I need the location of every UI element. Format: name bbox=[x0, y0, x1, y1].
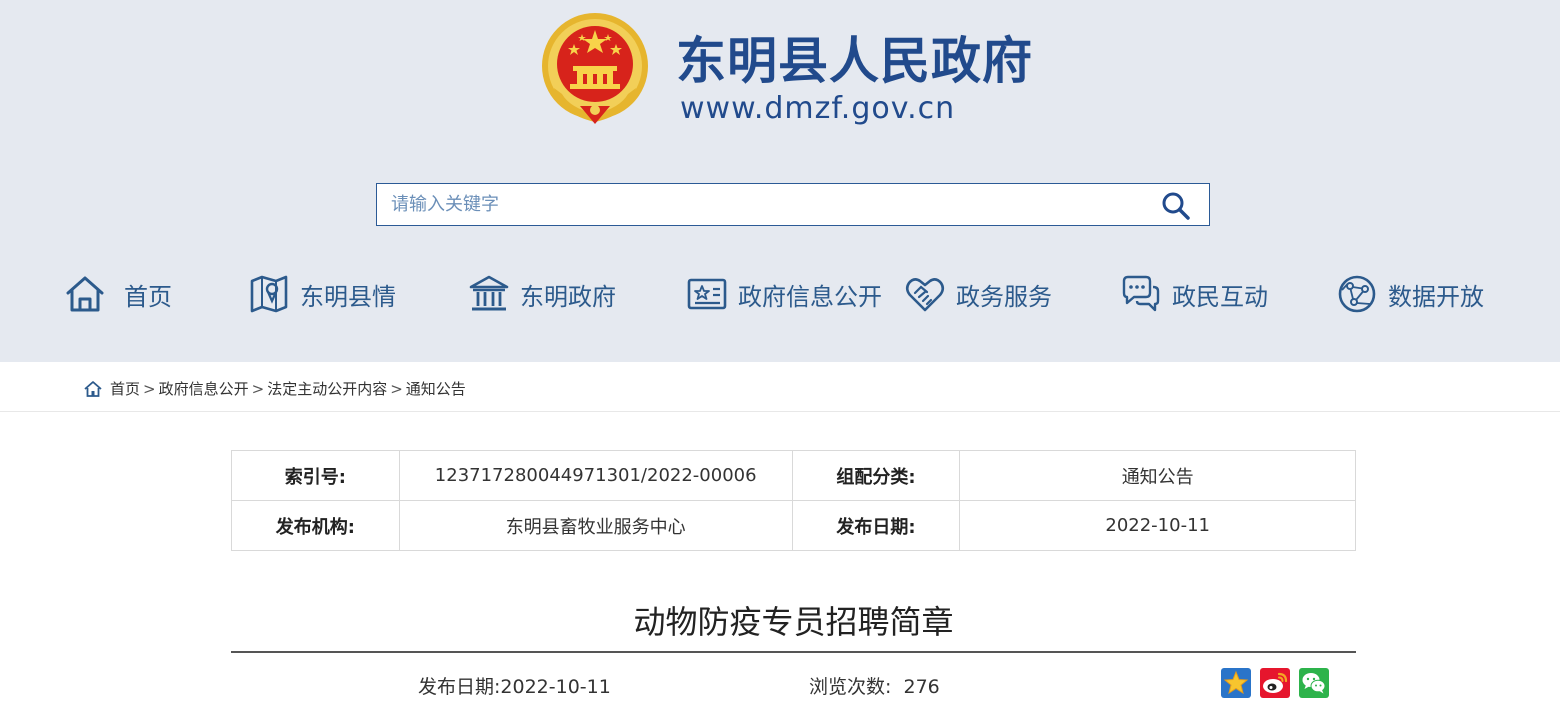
nav-label-services: 政务服务 bbox=[956, 282, 1052, 311]
search-box bbox=[376, 183, 1210, 226]
nav-label-home: 首页 bbox=[124, 282, 172, 311]
nav-item-info-disclosure[interactable]: 政府信息公开 bbox=[686, 262, 882, 326]
article-views-label: 浏览次数: bbox=[809, 676, 892, 698]
breadcrumb-separator: > bbox=[251, 379, 265, 398]
globe-network-icon bbox=[1338, 275, 1376, 313]
nav-label-info-disclosure: 政府信息公开 bbox=[738, 282, 882, 311]
search-input[interactable] bbox=[377, 184, 1137, 225]
site-url: www.dmzf.gov.cn bbox=[680, 91, 956, 126]
main-nav: 首页 东明县情 东明政府 政府信息公开 政务服务 政民互动 数据开放 bbox=[0, 262, 1560, 326]
article-date-label: 发布日期: bbox=[418, 676, 501, 698]
article-views: 浏览次数: 276 bbox=[809, 672, 940, 699]
category-label: 组配分类: bbox=[791, 450, 961, 501]
nav-item-services[interactable]: 政务服务 bbox=[904, 262, 1052, 326]
nav-label-interaction: 政民互动 bbox=[1172, 282, 1268, 311]
site-title: 东明县人民政府 bbox=[676, 32, 1033, 90]
nav-item-government[interactable]: 东明政府 bbox=[468, 262, 616, 326]
breadcrumb-link-home[interactable]: 首页 bbox=[110, 378, 140, 399]
nav-label-open-data: 数据开放 bbox=[1388, 282, 1484, 311]
index-number-label: 索引号: bbox=[231, 450, 400, 501]
nav-item-county-info[interactable]: 东明县情 bbox=[248, 262, 396, 326]
government-building-icon bbox=[469, 275, 509, 311]
nav-item-open-data[interactable]: 数据开放 bbox=[1336, 262, 1484, 326]
article-date: 发布日期:2022-10-11 bbox=[418, 672, 611, 699]
breadcrumb-separator: > bbox=[390, 379, 403, 398]
index-number-value: 12371728004497130​1/2022-00006 bbox=[398, 450, 793, 501]
home-icon bbox=[66, 276, 104, 312]
national-emblem-icon bbox=[542, 13, 648, 124]
publish-date-label: 发布日期: bbox=[791, 500, 961, 551]
publisher-label: 发布机构: bbox=[231, 500, 400, 551]
weibo-icon[interactable] bbox=[1260, 668, 1290, 698]
search-icon[interactable] bbox=[1161, 191, 1191, 221]
breadcrumb-separator: > bbox=[143, 379, 156, 398]
info-card-icon bbox=[687, 278, 727, 310]
publish-date-value: 2022-10-11 bbox=[959, 500, 1356, 551]
nav-item-home[interactable]: 首页 bbox=[64, 262, 172, 326]
breadcrumb-bar: 首页 > 政府信息公开 > 法定主动公开内容 > 通知公告 bbox=[0, 362, 1560, 412]
header-banner: 东明县人民政府 www.dmzf.gov.cn 首页 东明县 bbox=[0, 0, 1560, 362]
breadcrumb-link-statutory-content[interactable]: 法定主动公开内容 bbox=[267, 378, 387, 399]
article-views-value: 276 bbox=[903, 676, 940, 698]
home-icon bbox=[84, 380, 102, 397]
breadcrumb-link-info-disclosure[interactable]: 政府信息公开 bbox=[159, 378, 249, 399]
table-row: 索引号: 12371728004497130​1/2022-00006 组配分类… bbox=[231, 450, 1356, 501]
handshake-heart-icon bbox=[905, 278, 945, 312]
wechat-icon[interactable] bbox=[1299, 668, 1329, 698]
favorite-star-icon[interactable] bbox=[1221, 668, 1251, 698]
nav-label-government: 东明政府 bbox=[520, 282, 616, 311]
document-meta-table: 索引号: 12371728004497130​1/2022-00006 组配分类… bbox=[231, 450, 1356, 551]
nav-label-county-info: 东明县情 bbox=[300, 282, 396, 311]
title-divider bbox=[231, 651, 1356, 653]
article-date-value: 2022-10-11 bbox=[500, 676, 611, 698]
chat-bubbles-icon bbox=[1122, 275, 1160, 312]
breadcrumb: 首页 > 政府信息公开 > 法定主动公开内容 > 通知公告 bbox=[84, 378, 466, 399]
breadcrumb-link-notices[interactable]: 通知公告 bbox=[406, 378, 466, 399]
publisher-value: 东明县畜牧业服务中心 bbox=[398, 500, 793, 551]
table-row: 发布机构: 东明县畜牧业服务中心 发布日期: 2022-10-11 bbox=[231, 500, 1356, 551]
nav-item-interaction[interactable]: 政民互动 bbox=[1120, 262, 1268, 326]
category-value: 通知公告 bbox=[959, 450, 1356, 501]
map-icon bbox=[250, 275, 288, 313]
article-title: 动物防疫专员招聘简章 bbox=[633, 603, 954, 641]
